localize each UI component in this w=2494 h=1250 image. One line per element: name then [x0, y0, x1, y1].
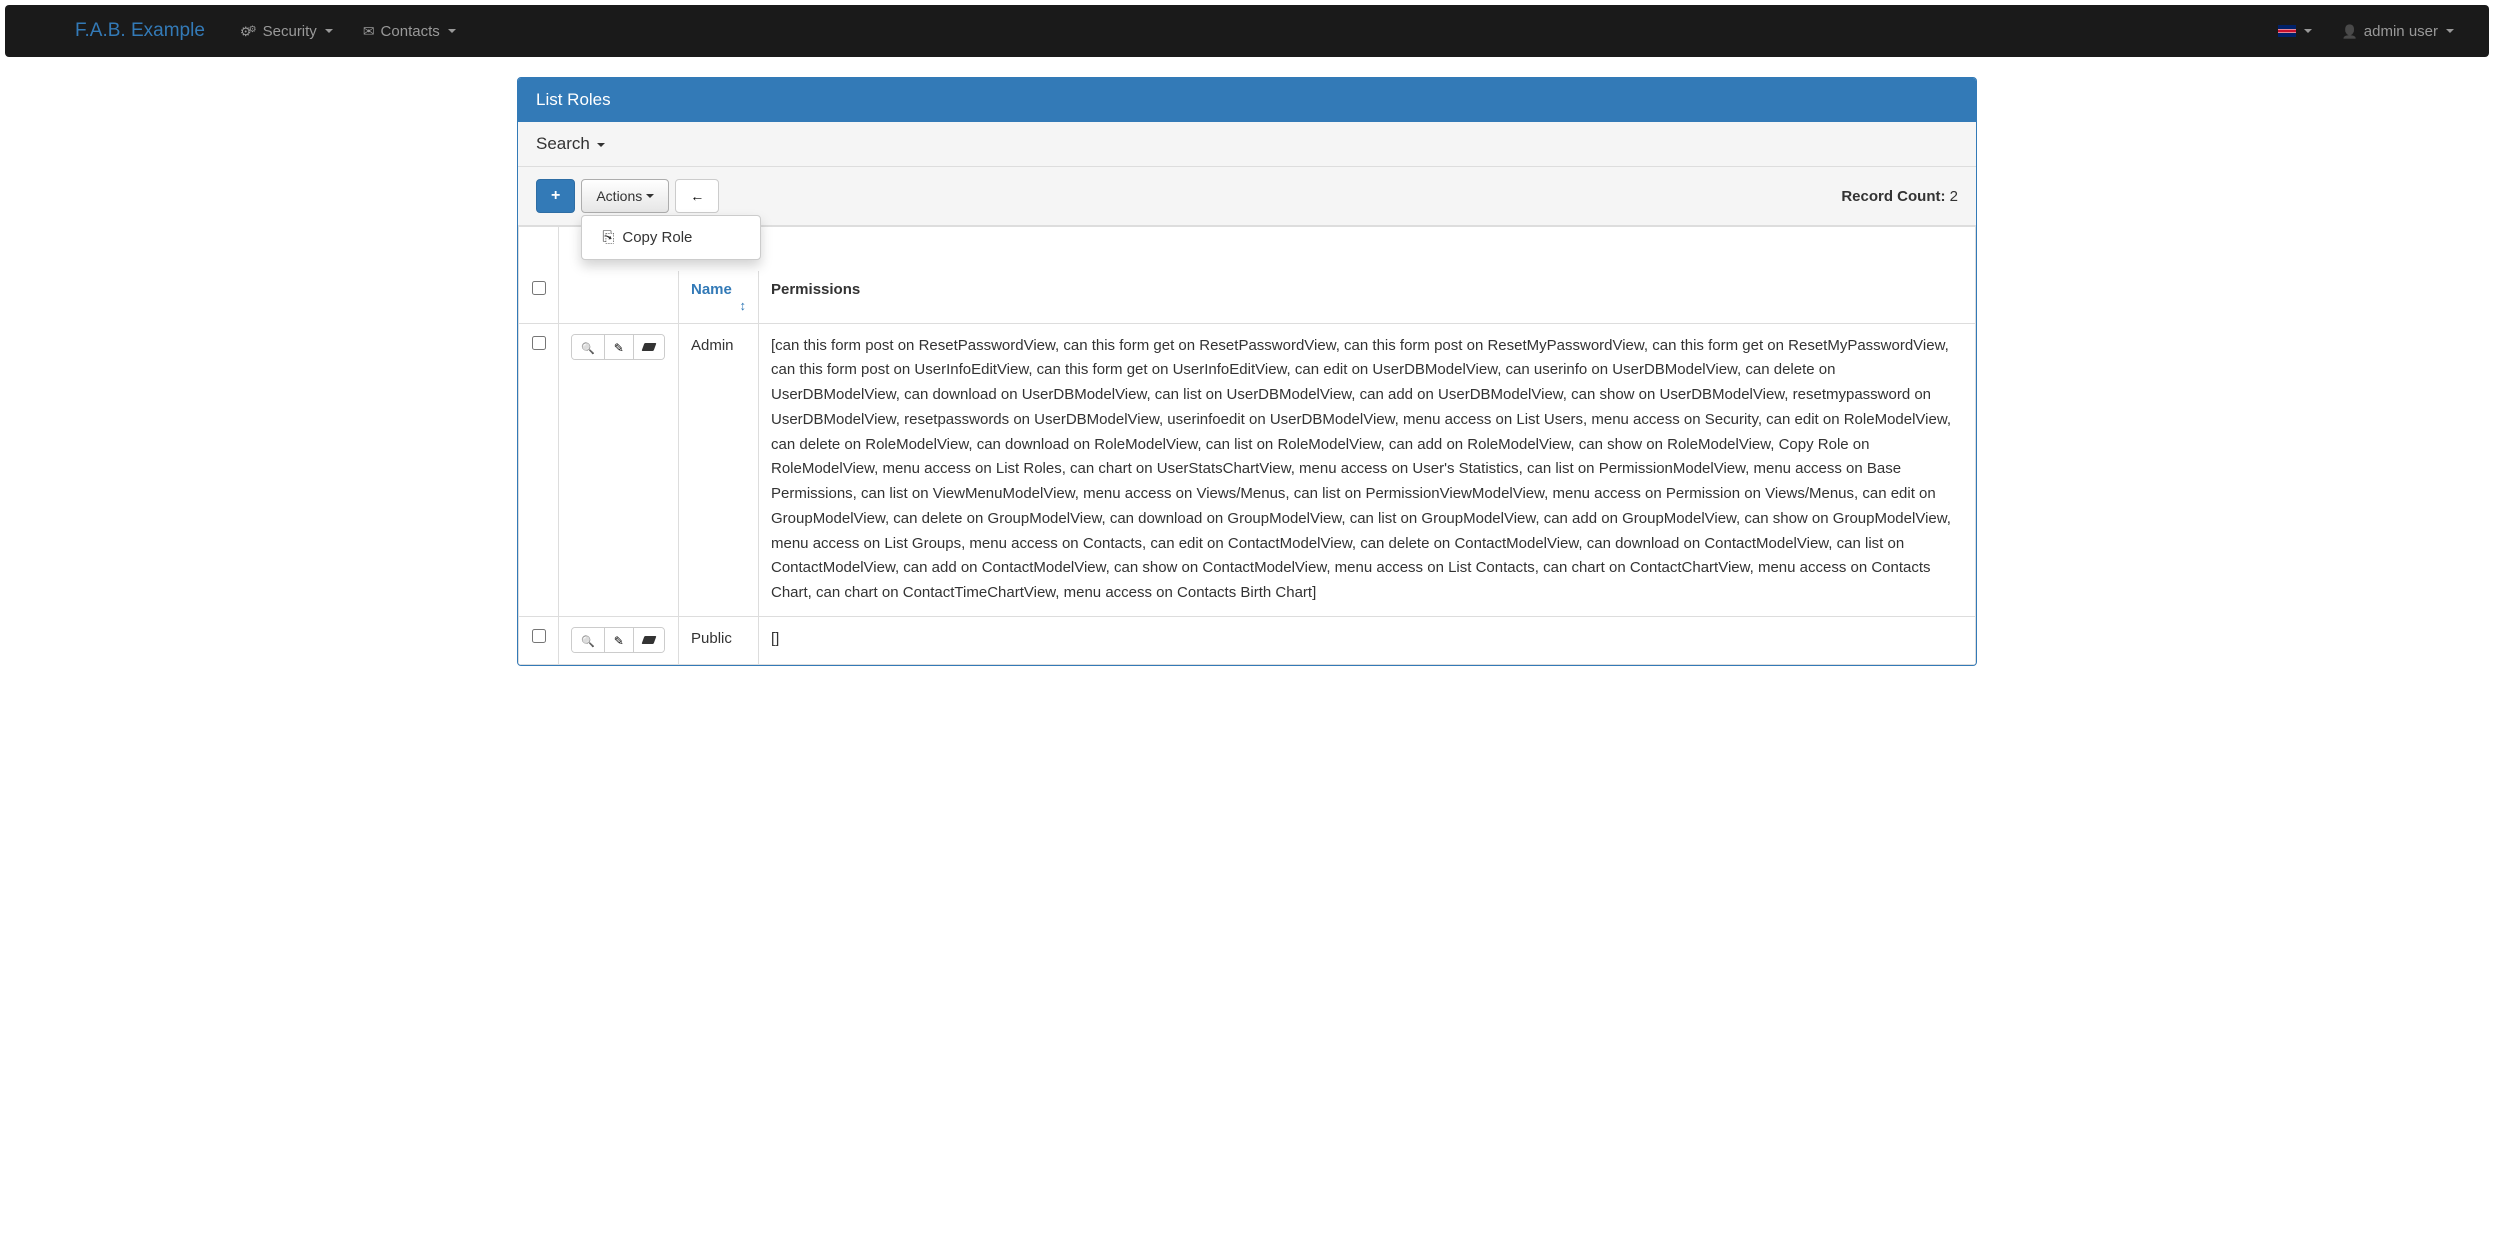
- pencil-icon: [614, 632, 624, 648]
- gears-icon: [240, 23, 257, 40]
- caret-icon: [448, 29, 456, 33]
- table-row: Public []: [519, 616, 1976, 664]
- copy-icon: [602, 229, 614, 246]
- cell-name: Admin: [679, 323, 759, 616]
- show-button[interactable]: [572, 628, 605, 652]
- roles-table: Name Permissions: [518, 226, 1976, 665]
- row-checkbox[interactable]: [532, 336, 546, 350]
- arrow-left-icon: [690, 188, 704, 204]
- nav-user[interactable]: admin user: [2327, 8, 2469, 55]
- plus-icon: +: [551, 188, 560, 204]
- panel: List Roles Search + Actions: [517, 77, 1977, 666]
- caret-icon: [646, 194, 654, 198]
- cell-name: Public: [679, 616, 759, 664]
- row-checkbox[interactable]: [532, 629, 546, 643]
- caret-icon: [325, 29, 333, 33]
- cell-permissions: []: [759, 616, 1976, 664]
- delete-button[interactable]: [634, 628, 664, 652]
- header-actions: [559, 271, 679, 324]
- nav-contacts-label: Contacts: [381, 23, 440, 40]
- record-count-label: Record Count:: [1841, 188, 1945, 205]
- copy-role-label: Copy Role: [622, 229, 692, 246]
- search-icon: [581, 339, 595, 355]
- nav-security-label: Security: [263, 23, 317, 40]
- record-count-value: 2: [1950, 188, 1958, 205]
- main-container: List Roles Search + Actions: [502, 77, 1992, 666]
- copy-role-item[interactable]: Copy Role: [582, 221, 760, 254]
- edit-button[interactable]: [605, 628, 634, 652]
- panel-body: Search + Actions Copy Role: [518, 122, 1976, 665]
- pencil-icon: [614, 339, 624, 355]
- nav-security[interactable]: Security: [225, 8, 348, 55]
- table-row: Admin [can this form post on ResetPasswo…: [519, 323, 1976, 616]
- brand-link[interactable]: F.A.B. Example: [55, 5, 225, 57]
- show-button[interactable]: [572, 335, 605, 359]
- record-count: Record Count: 2: [1841, 188, 1958, 205]
- actions-label: Actions: [596, 188, 642, 204]
- back-button[interactable]: [675, 179, 719, 213]
- actions-dropdown-wrapper: Actions Copy Role: [581, 179, 669, 213]
- toolbar: + Actions Copy Role: [518, 167, 1976, 226]
- row-actions: [571, 627, 665, 653]
- erase-icon: [641, 343, 656, 351]
- header-name-label: Name: [691, 281, 732, 298]
- envelope-icon: [363, 23, 375, 40]
- delete-button[interactable]: [634, 335, 664, 359]
- edit-button[interactable]: [605, 335, 634, 359]
- nav-user-label: admin user: [2364, 23, 2438, 40]
- nav-contacts[interactable]: Contacts: [348, 8, 471, 55]
- panel-title: List Roles: [518, 78, 1976, 122]
- sort-icon: [691, 298, 746, 313]
- header-permissions: Permissions: [759, 271, 1976, 324]
- nav-left: Security Contacts: [225, 8, 471, 55]
- select-all-checkbox[interactable]: [532, 281, 546, 295]
- row-actions: [571, 334, 665, 360]
- actions-button[interactable]: Actions: [581, 179, 669, 213]
- actions-dropdown-menu: Copy Role: [581, 215, 761, 260]
- header-name[interactable]: Name: [679, 271, 759, 324]
- table-header-row: Name Permissions: [519, 271, 1976, 324]
- user-icon: [2342, 23, 2358, 40]
- caret-icon: [597, 143, 605, 147]
- header-checkbox-cell: [519, 271, 559, 324]
- add-button[interactable]: +: [536, 179, 575, 213]
- cell-permissions: [can this form post on ResetPasswordView…: [759, 323, 1976, 616]
- back-button-group: [675, 179, 719, 213]
- nav-language[interactable]: [2263, 10, 2327, 52]
- search-icon: [581, 632, 595, 648]
- navbar: F.A.B. Example Security Contacts admin u…: [5, 5, 2489, 57]
- search-label: Search: [536, 134, 590, 153]
- nav-right: admin user: [2263, 8, 2469, 55]
- erase-icon: [641, 636, 656, 644]
- flag-uk-icon: [2278, 25, 2296, 37]
- caret-icon: [2446, 29, 2454, 33]
- search-toggle[interactable]: Search: [518, 122, 1976, 167]
- caret-icon: [2304, 29, 2312, 33]
